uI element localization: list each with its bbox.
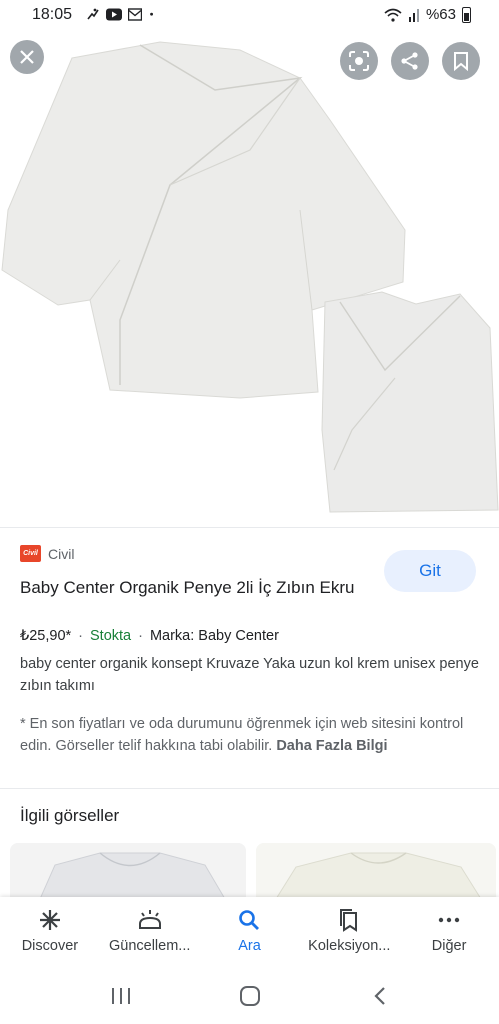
more-icon <box>436 907 462 933</box>
nav-label: Ara <box>238 938 261 954</box>
product-title[interactable]: Baby Center Organik Penye 2li İç Zıbın E… <box>20 575 370 601</box>
nav-label: Güncellem... <box>108 938 191 954</box>
search-icon <box>236 907 262 933</box>
stock-status: Stokta <box>90 628 132 644</box>
brand: Marka: Baby Center <box>149 628 279 644</box>
status-time: 18:05 <box>32 6 73 23</box>
source-row[interactable]: Civil Civil <box>20 545 74 562</box>
related-images-title: İlgili görseller <box>20 806 120 825</box>
lens-icon <box>349 51 369 71</box>
youtube-icon <box>106 8 122 21</box>
status-bar: 18:05 %63 <box>0 0 499 30</box>
home-button[interactable] <box>238 985 262 1007</box>
asterisk-icon <box>37 907 63 933</box>
battery-percent: %63 <box>425 6 456 23</box>
collections-icon <box>336 907 362 933</box>
wifi-icon <box>384 8 402 22</box>
product-meta: ₺25,90* · Stokta · Marka: Baby Center <box>20 628 279 644</box>
product-description: baby center organik konsept Kruvaze Yaka… <box>20 656 479 694</box>
related-garment-1 <box>10 843 246 899</box>
disclaimer-text: * En son fiyatları ve oda durumunu öğren… <box>20 716 464 754</box>
save-button[interactable] <box>442 42 480 80</box>
nav-collections[interactable]: Koleksiyon... <box>299 897 399 967</box>
dot-icon <box>150 12 153 16</box>
divider <box>0 527 499 528</box>
nav-search[interactable]: Ara <box>200 897 300 967</box>
nav-discover[interactable]: Discover <box>0 897 100 967</box>
divider <box>0 788 499 789</box>
status-right: %63 <box>384 6 471 23</box>
visit-button[interactable]: Git <box>384 550 476 592</box>
nav-label: Koleksiyon... <box>308 938 391 954</box>
share-button[interactable] <box>391 42 429 80</box>
mail-icon <box>128 8 142 21</box>
separator: · <box>78 628 83 644</box>
related-garment-2 <box>256 843 496 899</box>
activity-icon <box>87 8 99 20</box>
close-button[interactable] <box>10 40 44 74</box>
recent-apps-icon <box>112 988 130 1004</box>
nav-more[interactable]: Diğer <box>399 897 499 967</box>
related-image[interactable] <box>256 843 496 899</box>
nav-updates[interactable]: Güncellem... <box>100 897 200 967</box>
back-button[interactable] <box>368 985 392 1007</box>
source-logo: Civil <box>20 545 41 562</box>
garment-illustration <box>1 41 499 513</box>
back-icon <box>374 987 385 1005</box>
product-image[interactable] <box>0 30 499 525</box>
signal-icon <box>408 8 419 22</box>
close-icon <box>20 50 34 64</box>
related-image[interactable] <box>10 843 246 899</box>
updates-icon <box>137 907 163 933</box>
separator: · <box>138 628 143 644</box>
recent-apps-button[interactable] <box>109 985 133 1007</box>
price: ₺25,90* <box>20 628 72 644</box>
lens-button[interactable] <box>340 42 378 80</box>
bookmark-icon <box>454 52 468 71</box>
nav-label: Diğer <box>431 938 467 954</box>
disclaimer: * En son fiyatları ve oda durumunu öğren… <box>20 713 485 757</box>
share-icon <box>401 52 418 70</box>
notification-icons <box>86 8 158 21</box>
source-name: Civil <box>48 545 75 562</box>
more-info-link[interactable]: Daha Fazla Bilgi <box>276 738 387 754</box>
bottom-navigation: Discover Güncellem... Ara Koleksiyon... … <box>0 897 499 967</box>
system-navigation <box>0 967 499 1024</box>
home-icon <box>240 986 260 1006</box>
nav-label: Discover <box>21 938 79 954</box>
battery-icon <box>462 6 471 23</box>
